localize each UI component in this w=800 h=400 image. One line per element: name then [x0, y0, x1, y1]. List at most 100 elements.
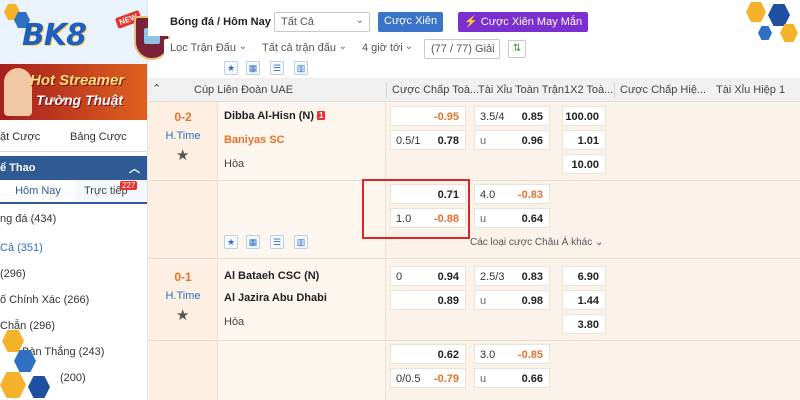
odds-cell[interactable]: u 0.98 [474, 290, 550, 310]
chevron-down-icon: ⌄ [238, 41, 247, 52]
highlight-annotation [362, 179, 470, 239]
sports-header-label: ể Thao [0, 162, 36, 174]
live-icon[interactable]: ☰ [270, 61, 284, 75]
header-divider [386, 82, 387, 98]
sidebar-item-goals[interactable]: Bàn Thắng (243) [22, 346, 104, 358]
stats-icon[interactable]: ▦ [246, 235, 260, 249]
streamer-avatar [4, 68, 32, 116]
home-team-name: Dibba Al-Hisn (N) [224, 110, 315, 122]
tab-bet-slip[interactable]: Bảng Cược [70, 131, 127, 143]
sidebar-item-football[interactable]: ng đá (434) [0, 213, 56, 225]
odds-cell[interactable]: 0/0.5 -0.79 [390, 368, 466, 388]
away-team[interactable]: Baniyas SC [224, 134, 285, 146]
favorite-star-icon[interactable]: ★ [176, 306, 189, 324]
odds-cell[interactable]: 0.89 [390, 290, 466, 310]
odds-cell[interactable]: u 0.96 [474, 130, 550, 150]
sports-header[interactable]: ể Thao ︿ [0, 156, 147, 180]
odds-cell[interactable]: 0.62 [390, 344, 466, 364]
chevron-down-icon: ⌄ [338, 41, 347, 52]
home-team[interactable]: Al Bataeh CSC (N) [224, 270, 319, 282]
match-score: 0-2 [174, 110, 192, 124]
league-count-button[interactable]: (77 / 77) Giải [424, 39, 500, 59]
odds-cell[interactable]: 0 0.94 [390, 266, 466, 286]
odds-cell[interactable]: 4.0 -0.83 [474, 184, 550, 204]
header-over-under-half: Tài Xỉu Hiệp 1 [716, 84, 786, 96]
sidebar-item-all[interactable]: Cả (351) [0, 242, 43, 254]
bet-tabs: ặt Cược Bảng Cược [0, 124, 147, 152]
odds-cell[interactable]: -0.95 [390, 106, 466, 126]
odds-cell[interactable]: 100.00 [562, 106, 606, 126]
header-handicap-half: Cược Chấp Hiệ... [620, 84, 707, 96]
chart-icon[interactable]: ▥ [294, 61, 308, 75]
stats-icon[interactable]: ▦ [246, 61, 260, 75]
odds-line: 3.0 [480, 349, 496, 361]
chevron-up-icon: ︿ [129, 163, 140, 175]
odds-cell[interactable]: u 0.64 [474, 208, 550, 228]
chart-icon[interactable]: ▥ [294, 235, 308, 249]
more-asian-bets-label: Các loại cược Châu Á khác [470, 237, 593, 248]
live-count-badge: 227 [120, 181, 138, 190]
all-matches-select[interactable]: Tất cả trận đấu ⌄ [256, 39, 352, 59]
odds-value: 0.85 [521, 111, 543, 123]
odds-cell[interactable]: u 0.66 [474, 368, 550, 388]
table-header: ⌃ Cúp Liên Đoàn UAE Cược Chấp Toà... Tài… [148, 78, 800, 102]
favorite-star-icon[interactable]: ★ [176, 146, 189, 164]
home-team[interactable]: Dibba Al-Hisn (N) 1 [224, 110, 326, 122]
collapse-icon[interactable]: ⌃ [152, 82, 161, 95]
odds-line: 4.0 [480, 189, 496, 201]
odds-cell[interactable]: 0.5/1 0.78 [390, 130, 466, 150]
sidebar-item-correct-score[interactable]: ố Chính Xác (266) [0, 294, 89, 306]
odds-value: 0.96 [521, 135, 543, 147]
odds-value: 0.66 [521, 373, 543, 385]
lucky-parlay-button[interactable]: ⚡ Cược Xiên May Mắn [458, 12, 589, 32]
filter-select[interactable]: Tất Cả ⌄ [274, 12, 370, 32]
odds-cell[interactable]: 1.44 [562, 290, 606, 310]
odds-line: u [480, 295, 487, 307]
odds-cell[interactable]: 6.90 [562, 266, 606, 286]
sidebar-item-odds-even[interactable]: (296) [0, 268, 26, 280]
live-icon[interactable]: ☰ [270, 235, 284, 249]
promo-banner[interactable]: Hot Streamer Tường Thuật [0, 64, 147, 120]
odds-cell[interactable]: 3.80 [562, 314, 606, 334]
odds-cell[interactable]: 2.5/3 0.83 [474, 266, 550, 286]
sort-icon[interactable]: ⇅ [508, 40, 526, 58]
tab-today[interactable]: Hôm Nay [0, 180, 76, 202]
odds-cell[interactable]: 1.01 [562, 130, 606, 150]
favorite-icon[interactable]: ★ [224, 235, 238, 249]
more-asian-bets-link[interactable]: Các loại cược Châu Á khác ⌄ [470, 237, 603, 248]
match-time-cell: 0-1 H.Time ★ [148, 260, 218, 400]
sidebar: BK8 NEW Hot Streamer Tường Thuật ặt Cược… [0, 0, 148, 400]
match-score: 0-1 [174, 270, 192, 284]
odds-value: 6.90 [577, 271, 599, 283]
sidebar-item-other[interactable]: (200) [60, 372, 86, 384]
favorite-icon[interactable]: ★ [224, 61, 238, 75]
time-filter-label: 4 giờ tới [362, 42, 403, 54]
odds-value: 3.80 [577, 319, 599, 331]
odds-value: 100.00 [565, 111, 599, 123]
decor-hex-icon [28, 376, 50, 398]
filter-bar: Lọc Trận Đấu ⌄ Tất cả trận đấu ⌄ 4 giờ t… [148, 38, 800, 60]
odds-line: 3.5/4 [480, 111, 505, 123]
odds-line: 0/0.5 [396, 373, 421, 385]
promo-title: Hot Streamer [30, 72, 125, 89]
time-filter-select[interactable]: 4 giờ tới ⌄ [356, 39, 418, 59]
parlay-button[interactable]: Cược Xiên [378, 12, 444, 32]
match-filter-select[interactable]: Lọc Trận Đấu ⌄ [164, 39, 252, 59]
odds-value: 0.94 [437, 271, 459, 283]
odds-cell[interactable]: 3.0 -0.85 [474, 344, 550, 364]
away-team[interactable]: Al Jazira Abu Dhabi [224, 292, 327, 304]
odds-cell[interactable]: 10.00 [562, 154, 606, 174]
row-divider [148, 258, 800, 259]
odds-cell[interactable]: 3.5/4 0.85 [474, 106, 550, 126]
odds-line: u [480, 135, 487, 147]
all-matches-label: Tất cả trận đấu [262, 42, 336, 54]
lucky-parlay-label: Cược Xiên May Mắn [480, 16, 583, 28]
tab-bet[interactable]: ặt Cược [0, 131, 40, 143]
odds-value: 0.89 [437, 295, 459, 307]
odds-value: 0.83 [521, 271, 543, 283]
odds-line: 2.5/3 [480, 271, 505, 283]
brand-logo[interactable]: BK8 [22, 18, 87, 53]
odds-value: 0.62 [437, 349, 459, 361]
header-1x2: 1X2 Toà... [564, 84, 614, 96]
league-name[interactable]: Cúp Liên Đoàn UAE [194, 84, 293, 96]
